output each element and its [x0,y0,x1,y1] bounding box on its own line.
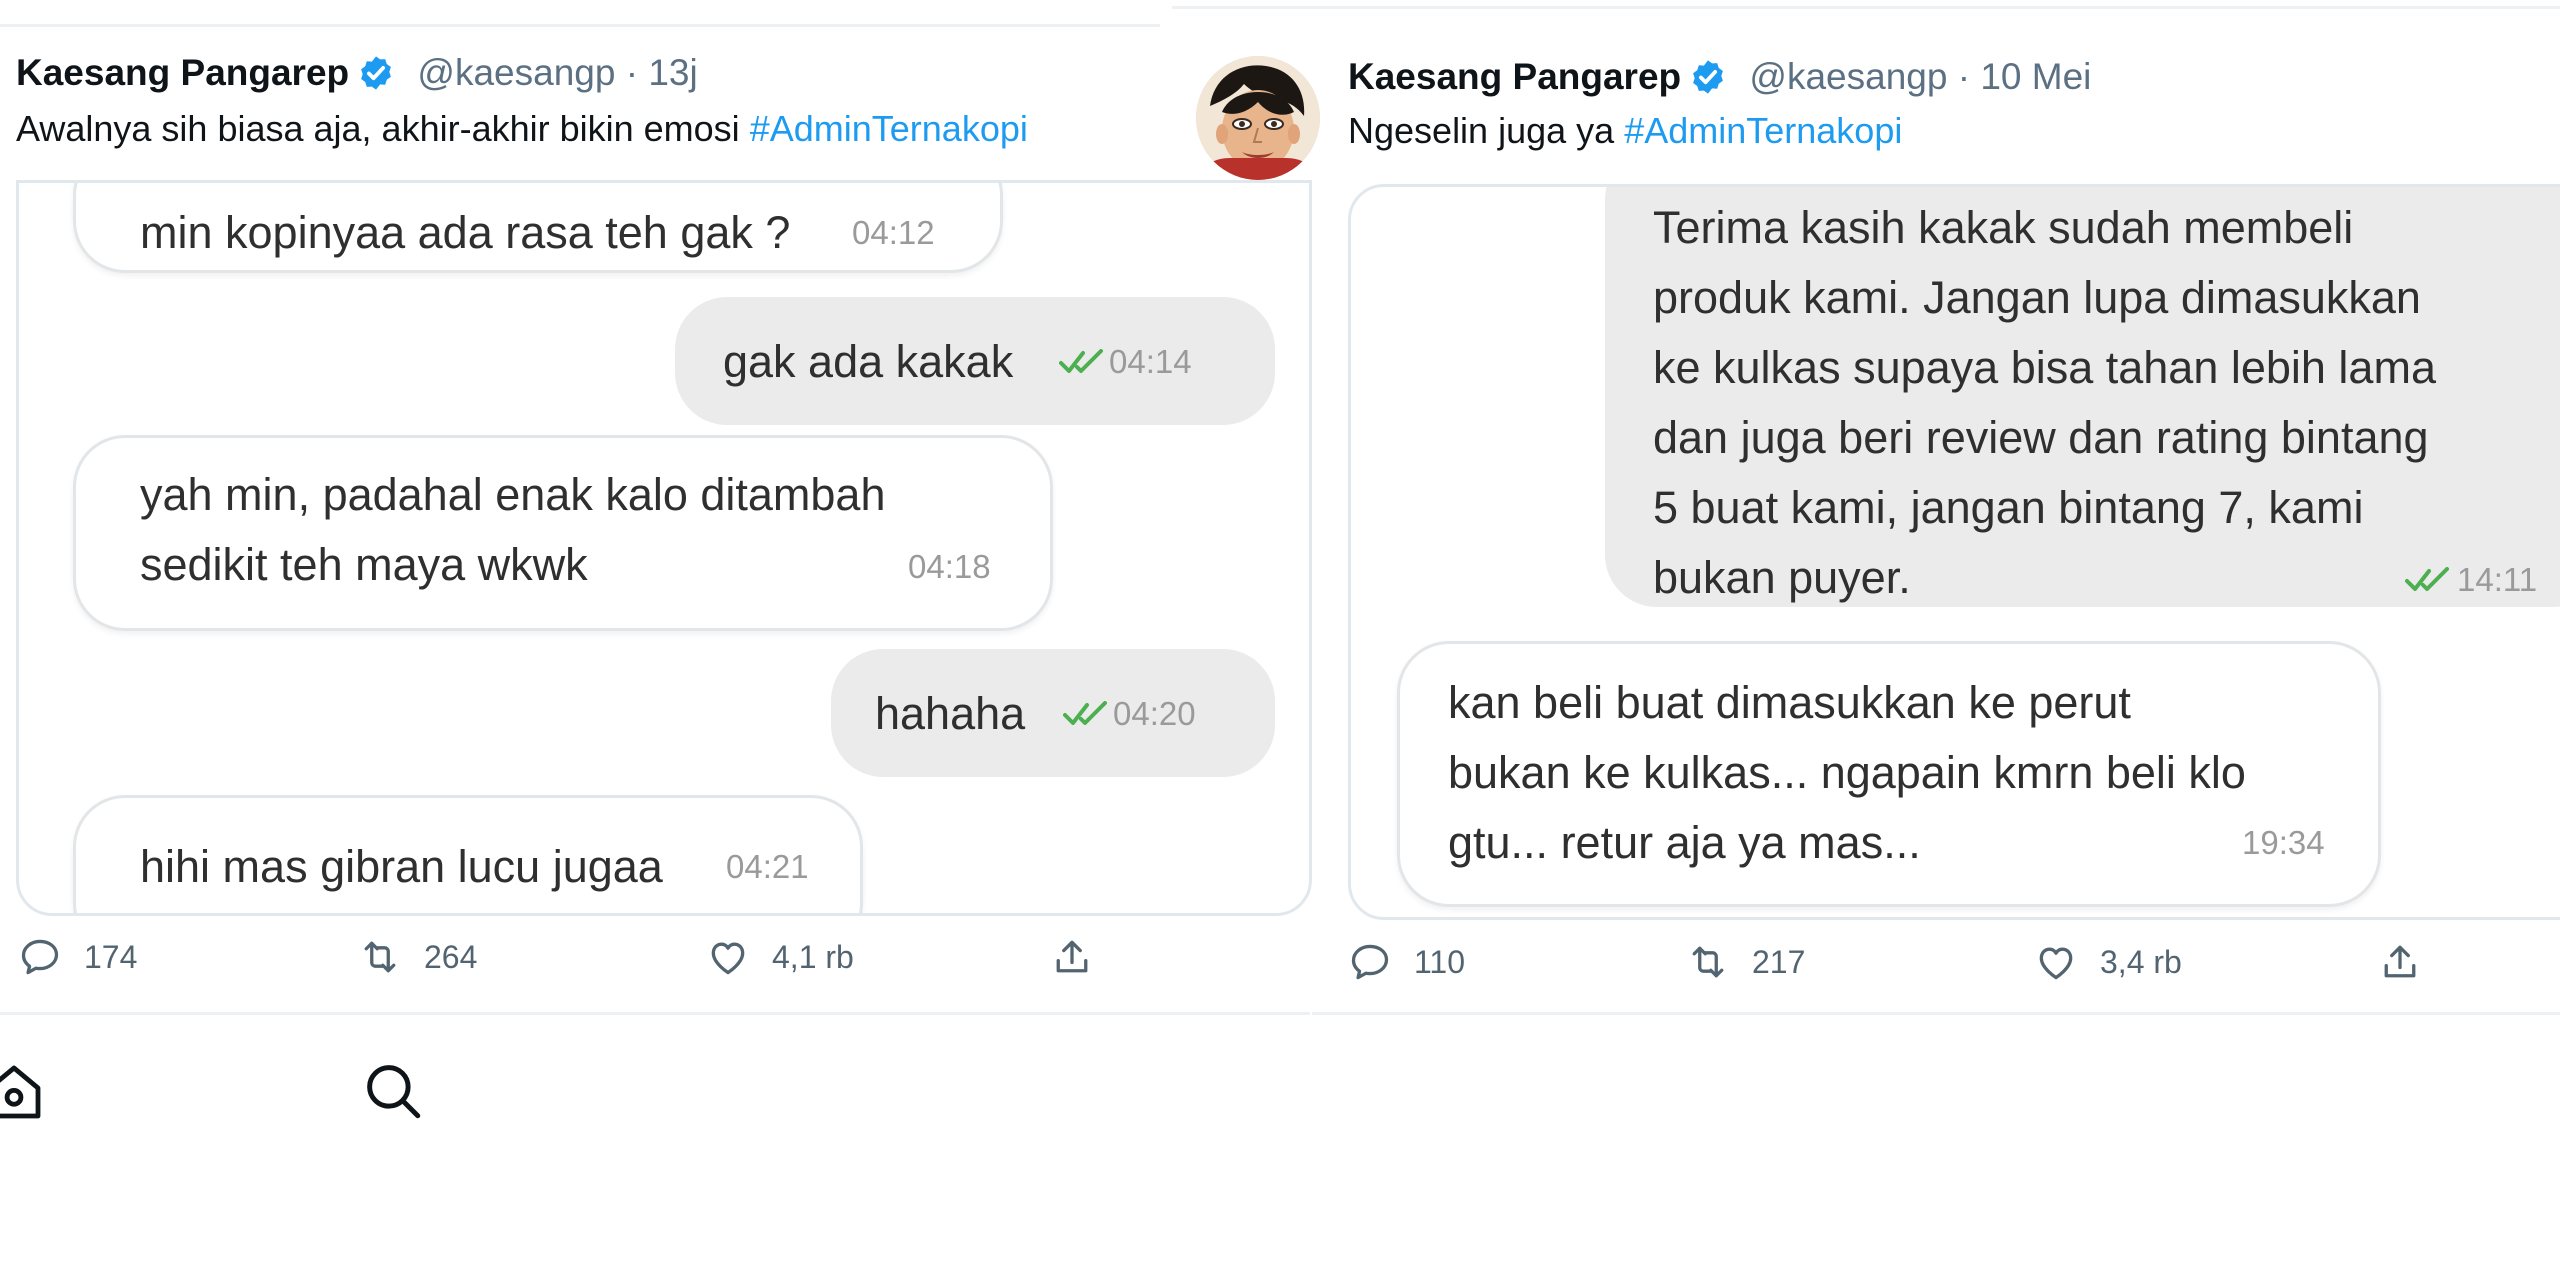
divider [0,24,1160,27]
separator-dot: · [1957,56,1971,97]
verified-badge-icon [1693,60,1724,94]
author-name[interactable]: Kaesang Pangarep [16,52,349,93]
reply-count: 174 [84,938,138,975]
like-count: 4,1 rb [772,938,854,975]
chat-bubble-incoming: kan beli buat dimasukkan ke perut bukan … [1397,641,2381,907]
share-icon [2384,945,2416,978]
hashtag-link[interactable]: #AdminTernakopi [750,108,1028,149]
read-check-icon [1059,349,1103,373]
author-handle[interactable]: @kaesangp [417,52,615,93]
message-text-line: 5 buat kami, jangan bintang 7, kami [1653,482,2364,533]
message-text-line: kan beli buat dimasukkan ke perut [1448,677,2131,728]
message-text-line: gtu... retur aja ya mas... [1448,817,1921,868]
divider [1172,6,2560,9]
message-text-line: ke kulkas supaya bisa tahan lebih lama [1653,342,2436,393]
tweet-media-chat-screenshot[interactable]: min kopinyaa ada rasa teh gak ? 04:12 ga… [16,180,1312,916]
share-button[interactable] [2378,940,2444,984]
message-text-line: bukan puyer. [1653,552,1911,603]
retweet-count: 217 [1752,943,1806,980]
message-text-line: dan juga beri review dan rating bintang [1653,412,2429,463]
like-button[interactable]: 4,1 rb [706,935,854,979]
tweet-date[interactable]: 13j [648,52,697,93]
chat-bubble-incoming: yah min, padahal enak kalo ditambah sedi… [73,435,1053,631]
author-handle[interactable]: @kaesangp [1749,56,1947,97]
share-icon [1056,940,1088,973]
retweet-icon [1692,946,1724,978]
avatar-illustration [1196,56,1320,180]
read-check-icon [2405,567,2449,591]
chat-bubble-incoming: min kopinyaa ada rasa teh gak ? 04:12 [73,183,1003,273]
message-text: gak ada kakak [723,336,1014,387]
retweet-button[interactable]: 217 [1686,940,1805,984]
tweet-header: Kaesang Pangarep @kaesangp · 10 Mei [1348,56,2091,98]
read-check-icon [1063,701,1107,725]
message-time: 04:21 [726,848,809,885]
retweet-button[interactable]: 264 [358,935,477,979]
tweet-left[interactable]: Kaesang Pangarep @kaesangp · 13j Awalnya… [0,0,1312,1020]
reply-button[interactable]: 174 [18,935,137,979]
search-icon[interactable] [360,1058,426,1124]
chat-bubble-incoming: hihi mas gibran lucu jugaa 04:21 [73,795,863,913]
message-text-line1: yah min, padahal enak kalo ditambah [140,469,886,520]
hashtag-link[interactable]: #AdminTernakopi [1624,110,1902,151]
tweet-text: Awalnya sih biasa aja, akhir-akhir bikin… [16,108,1028,150]
tweet-header: Kaesang Pangarep @kaesangp · 13j [16,52,698,94]
message-text: hahaha [875,688,1026,739]
message-text-line: produk kami. Jangan lupa dimasukkan [1653,272,2421,323]
tweet-text: Ngeselin juga ya #AdminTernakopi [1348,110,1902,152]
message-text-line: bukan ke kulkas... ngapain kmrn beli klo [1448,747,2246,798]
share-button[interactable] [1050,935,1116,979]
tweet-media-chat-screenshot[interactable]: Terima kasih kakak sudah membeli produk … [1348,184,2560,920]
chat-bubble-outgoing: Terima kasih kakak sudah membeli produk … [1605,187,2560,607]
message-text-line: Terima kasih kakak sudah membeli [1653,202,2354,253]
message-time: 19:34 [2242,824,2325,861]
message-text: min kopinyaa ada rasa teh gak ? [140,207,791,258]
retweet-icon [364,941,396,973]
reply-count: 110 [1414,943,1466,980]
verified-badge-icon [361,56,392,90]
divider [1312,1012,2560,1015]
like-icon [2039,947,2073,980]
reply-icon [1351,944,1389,980]
avatar[interactable] [1196,56,1320,180]
divider [0,1012,1310,1015]
reply-button[interactable]: 110 [1348,940,1465,984]
message-text: hihi mas gibran lucu jugaa [140,841,663,892]
tweet-right[interactable]: Kaesang Pangarep @kaesangp · 10 Mei Nges… [1172,0,2560,1020]
message-text-line2: sedikit teh maya wkwk [140,539,588,590]
author-name[interactable]: Kaesang Pangarep [1348,56,1681,97]
tweet-date[interactable]: 10 Mei [1980,56,2091,97]
separator-dot: · [625,52,639,93]
like-icon [711,942,745,975]
message-time: 04:18 [908,548,991,585]
message-time: 04:12 [852,214,935,251]
like-button[interactable]: 3,4 rb [2034,940,2182,984]
tweet-text-body: Ngeselin juga ya [1348,110,1615,151]
home-icon[interactable] [0,1060,46,1124]
tweet-text-body: Awalnya sih biasa aja, akhir-akhir bikin… [16,108,740,149]
reply-icon [21,939,59,975]
message-time: 14:11 [2457,561,2538,598]
like-count: 3,4 rb [2100,943,2182,980]
retweet-count: 264 [424,938,478,975]
